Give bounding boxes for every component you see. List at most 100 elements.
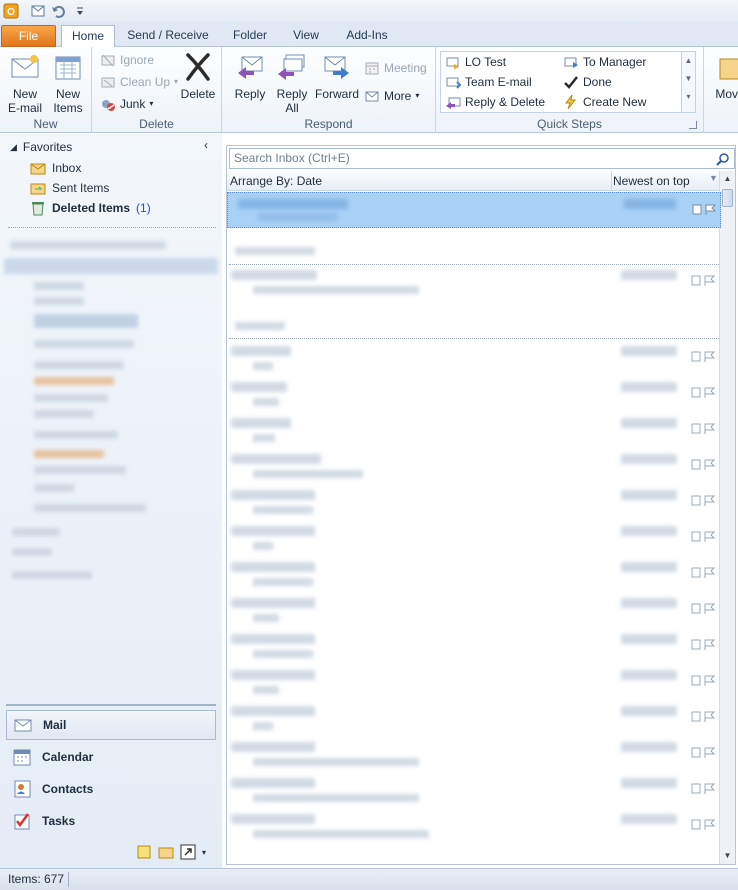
message-row[interactable] bbox=[227, 666, 721, 702]
search-input[interactable]: Search Inbox (Ctrl+E) bbox=[229, 148, 735, 169]
arrange-by-label[interactable]: Arrange By: Date bbox=[230, 174, 322, 188]
clean-up-button[interactable]: Clean Up ▾ bbox=[100, 73, 178, 91]
notes-icon[interactable] bbox=[136, 844, 152, 860]
flag-icon[interactable] bbox=[692, 203, 718, 217]
dialog-launcher-icon[interactable] bbox=[689, 121, 697, 129]
flag-icon[interactable] bbox=[691, 602, 717, 616]
flag-icon[interactable] bbox=[691, 638, 717, 652]
message-row[interactable] bbox=[227, 558, 721, 594]
favorite-sent-items[interactable]: Sent Items bbox=[30, 178, 109, 198]
message-row[interactable] bbox=[227, 702, 721, 738]
configure-buttons-icon[interactable]: ▾ bbox=[202, 848, 206, 857]
outlook-logo-icon[interactable]: O bbox=[1, 2, 21, 20]
nav-tasks[interactable]: Tasks bbox=[6, 806, 216, 836]
quick-step-done[interactable]: Done bbox=[563, 73, 612, 91]
folder-item[interactable] bbox=[12, 548, 52, 556]
tab-folder[interactable]: Folder bbox=[222, 25, 278, 47]
customize-toolbar-icon[interactable] bbox=[70, 2, 90, 20]
folder-item[interactable] bbox=[4, 258, 218, 274]
date-group-header[interactable] bbox=[227, 314, 721, 338]
minimize-pane-icon[interactable]: ‹ bbox=[204, 138, 208, 152]
move-button[interactable]: Move bbox=[710, 51, 738, 101]
folder-item[interactable] bbox=[34, 410, 94, 418]
tab-send-receive[interactable]: Send / Receive bbox=[122, 25, 214, 47]
folder-item[interactable] bbox=[34, 450, 104, 458]
flag-icon[interactable] bbox=[691, 422, 717, 436]
message-row[interactable] bbox=[227, 594, 721, 630]
message-row[interactable] bbox=[227, 738, 721, 774]
gallery-scroll[interactable]: ▲ ▼ ▾ bbox=[681, 52, 695, 112]
quick-step-to-manager[interactable]: To Manager bbox=[563, 53, 646, 71]
favorite-inbox[interactable]: Inbox bbox=[30, 158, 81, 178]
nav-splitter[interactable] bbox=[6, 704, 216, 706]
message-row[interactable] bbox=[227, 266, 721, 302]
folder-item[interactable] bbox=[34, 361, 124, 369]
sort-dropdown-icon[interactable]: ▼ bbox=[709, 173, 718, 183]
message-row[interactable] bbox=[227, 414, 721, 450]
date-group-header[interactable] bbox=[227, 239, 721, 263]
flag-icon[interactable] bbox=[691, 746, 717, 760]
flag-icon[interactable] bbox=[691, 494, 717, 508]
message-row[interactable] bbox=[227, 486, 721, 522]
favorite-deleted-items[interactable]: Deleted Items (1) bbox=[30, 198, 151, 218]
quick-step-team-email[interactable]: Team E-mail bbox=[445, 73, 532, 91]
message-row[interactable] bbox=[227, 522, 721, 558]
quick-step-lo-test[interactable]: LO Test bbox=[445, 53, 506, 71]
search-icon[interactable] bbox=[716, 152, 730, 166]
tab-home[interactable]: Home bbox=[61, 25, 115, 47]
more-button[interactable]: More ▾ bbox=[364, 87, 419, 105]
scroll-up-icon[interactable]: ▲ bbox=[720, 171, 735, 187]
flag-icon[interactable] bbox=[691, 350, 717, 364]
folder-item[interactable] bbox=[34, 340, 134, 348]
message-row[interactable] bbox=[227, 342, 721, 378]
favorites-header[interactable]: ◢ Favorites bbox=[10, 137, 72, 157]
folder-item[interactable] bbox=[34, 466, 126, 474]
flag-icon[interactable] bbox=[691, 566, 717, 580]
new-email-button[interactable]: New E-mail bbox=[4, 51, 46, 115]
folder-item[interactable] bbox=[34, 431, 118, 439]
flag-icon[interactable] bbox=[691, 782, 717, 796]
reply-all-button[interactable]: Reply All bbox=[272, 51, 312, 115]
flag-icon[interactable] bbox=[691, 710, 717, 724]
folder-item[interactable] bbox=[34, 394, 108, 402]
folder-item[interactable] bbox=[12, 571, 92, 579]
message-row[interactable] bbox=[227, 810, 721, 846]
tab-view[interactable]: View bbox=[284, 25, 328, 47]
meeting-button[interactable]: Meeting bbox=[364, 59, 427, 77]
message-row[interactable] bbox=[227, 450, 721, 486]
delete-button[interactable]: Delete bbox=[178, 51, 218, 101]
folder-item[interactable] bbox=[34, 282, 84, 290]
reply-button[interactable]: Reply bbox=[228, 51, 272, 101]
flag-icon[interactable] bbox=[691, 530, 717, 544]
vertical-scrollbar[interactable]: ▲ ▼ bbox=[719, 171, 735, 864]
message-row-selected[interactable] bbox=[227, 192, 721, 228]
message-row[interactable] bbox=[227, 630, 721, 666]
message-row[interactable] bbox=[227, 774, 721, 810]
shortcuts-icon[interactable] bbox=[180, 844, 196, 860]
message-row[interactable] bbox=[227, 378, 721, 414]
new-items-button[interactable]: New Items bbox=[48, 51, 88, 115]
folder-item[interactable] bbox=[34, 377, 114, 385]
send-receive-all-icon[interactable] bbox=[28, 2, 48, 20]
ignore-button[interactable]: Ignore bbox=[100, 51, 154, 69]
junk-button[interactable]: Junk ▾ bbox=[100, 95, 153, 113]
flag-icon[interactable] bbox=[691, 458, 717, 472]
sort-order-label[interactable]: Newest on top bbox=[613, 174, 690, 188]
flag-icon[interactable] bbox=[691, 674, 717, 688]
flag-icon[interactable] bbox=[691, 818, 717, 832]
forward-button[interactable]: Forward bbox=[314, 51, 360, 101]
flag-icon[interactable] bbox=[691, 274, 717, 288]
flag-icon[interactable] bbox=[691, 386, 717, 400]
scroll-thumb[interactable] bbox=[722, 189, 733, 207]
undo-icon[interactable] bbox=[48, 2, 68, 20]
quick-step-reply-delete[interactable]: Reply & Delete bbox=[445, 93, 545, 111]
tab-add-ins[interactable]: Add-Ins bbox=[336, 25, 398, 47]
nav-contacts[interactable]: Contacts bbox=[6, 774, 216, 804]
folder-item[interactable] bbox=[34, 504, 146, 512]
nav-mail[interactable]: Mail bbox=[6, 710, 216, 740]
scroll-down-icon[interactable]: ▼ bbox=[720, 848, 735, 864]
folder-list-icon[interactable] bbox=[158, 844, 174, 860]
folder-item[interactable] bbox=[34, 297, 84, 305]
tab-file[interactable]: File bbox=[1, 25, 56, 47]
nav-calendar[interactable]: Calendar bbox=[6, 742, 216, 772]
